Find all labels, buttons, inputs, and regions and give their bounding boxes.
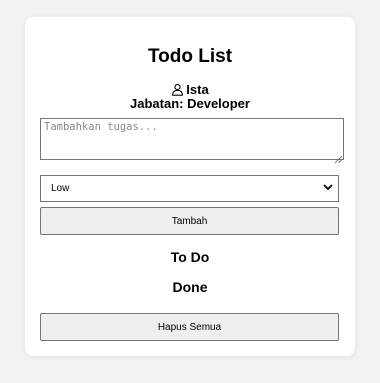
user-icon (171, 83, 184, 96)
user-role: Jabatan: Developer (130, 96, 250, 111)
clear-all-button[interactable]: Hapus Semua (40, 313, 339, 341)
priority-select[interactable]: Low (40, 175, 339, 202)
user-name: Ista (186, 82, 209, 97)
page-title: Todo List (147, 46, 233, 67)
user-info: Ista (25, 82, 355, 97)
resize-handle-icon[interactable] (334, 150, 343, 164)
task-input[interactable] (40, 118, 344, 160)
todo-section-title: To Do (170, 249, 210, 265)
todo-card: Todo List Ista Jabatan: Developer Low Ta… (25, 17, 355, 356)
chevron-down-icon (323, 183, 333, 194)
add-task-button[interactable]: Tambah (40, 207, 339, 235)
priority-select-value: Low (51, 183, 70, 194)
done-section-title: Done (172, 279, 208, 295)
